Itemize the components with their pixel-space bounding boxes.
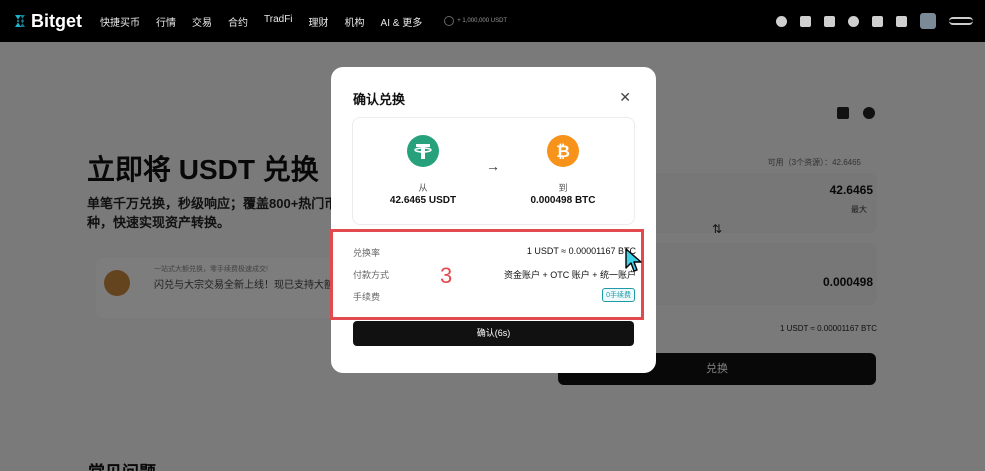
qr-icon[interactable] xyxy=(896,15,907,27)
notification-icon[interactable] xyxy=(848,15,859,27)
nav-item-ai-more[interactable]: AI & 更多 xyxy=(381,14,423,29)
reward-icon xyxy=(444,16,455,26)
btc-icon: ₿ xyxy=(547,135,579,167)
nav-item-institutional[interactable]: 机构 xyxy=(345,14,365,29)
nav-item-tradfi[interactable]: TradFi xyxy=(264,14,293,29)
from-label: 从 xyxy=(418,183,428,193)
nav-item-quick-buy[interactable]: 快捷买币 xyxy=(100,14,140,29)
confirm-convert-modal: 确认兑换 ✕ → ₿ 从 42.6465 USDT 到 0.000498 BTC… xyxy=(331,67,656,373)
logo-text: Bitget xyxy=(31,10,82,31)
bitget-logo[interactable]: Bitget xyxy=(12,11,82,32)
arrow-right-icon: → xyxy=(486,158,500,174)
annotation-highlight-box xyxy=(330,229,644,320)
nav-item-markets[interactable]: 行情 xyxy=(156,14,176,29)
nav-menu: 快捷买币 行情 交易 合约 TradFi 理财 机构 AI & 更多 xyxy=(100,14,438,29)
nav-item-trade[interactable]: 交易 xyxy=(192,14,212,29)
nav-item-futures[interactable]: 合约 xyxy=(228,14,248,29)
from-value: 42.6465 USDT xyxy=(389,195,457,206)
orders-icon[interactable] xyxy=(824,15,835,27)
to-label: 到 xyxy=(558,183,568,193)
language-icon[interactable] xyxy=(949,17,973,25)
nav-icons xyxy=(763,0,973,42)
top-nav: Bitget 快捷买币 行情 交易 合约 TradFi 理财 机构 AI & 更… xyxy=(0,0,985,42)
to-value: 0.000498 BTC xyxy=(530,195,596,206)
usdt-icon xyxy=(407,135,439,167)
reward-badge[interactable]: + 1,000,000 USDT xyxy=(444,16,507,26)
annotation-number: 3 xyxy=(440,263,453,288)
bitget-logo-icon xyxy=(15,15,25,27)
reward-text: + 1,000,000 USDT xyxy=(457,18,508,24)
close-icon[interactable]: ✕ xyxy=(619,89,631,106)
modal-title: 确认兑换 xyxy=(353,92,406,107)
nav-item-earn[interactable]: 理财 xyxy=(309,14,329,29)
wallet-icon[interactable] xyxy=(800,15,811,27)
mouse-cursor-icon xyxy=(625,248,642,272)
download-icon[interactable] xyxy=(872,15,883,27)
confirm-button[interactable]: 确认(6s) xyxy=(353,321,634,346)
conversion-pair-card: → ₿ 从 42.6465 USDT 到 0.000498 BTC xyxy=(352,117,635,225)
avatar[interactable] xyxy=(920,13,936,29)
search-icon[interactable] xyxy=(776,15,787,27)
svg-text:₿: ₿ xyxy=(556,142,570,162)
